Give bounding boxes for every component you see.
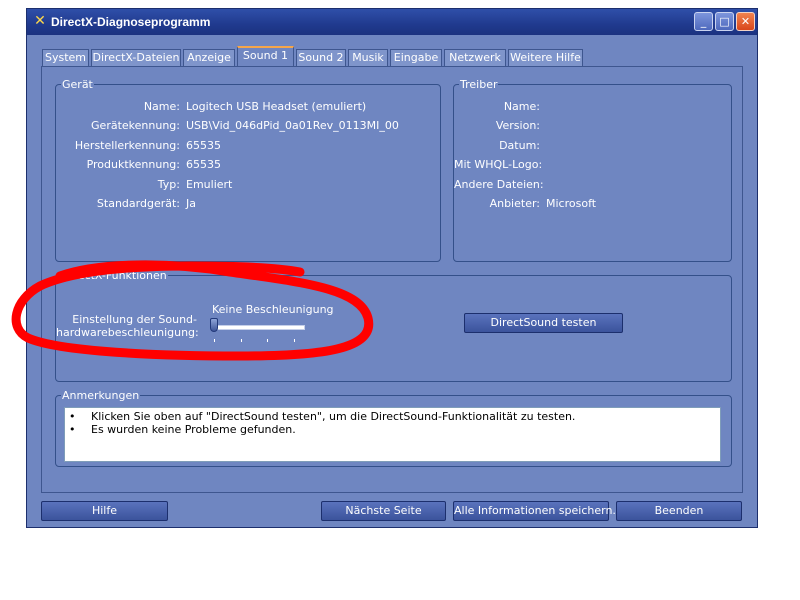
accel-slider-thumb[interactable] [210,318,218,332]
tab-anzeige[interactable]: Anzeige [183,49,235,66]
tab-eingabe[interactable]: Eingabe [390,49,442,66]
device-name-value: Logitech USB Headset (emuliert) [186,100,367,113]
tab-weitere-hilfe[interactable]: Weitere Hilfe [508,49,583,66]
product-id-value: 65535 [186,158,221,171]
notes-group: Anmerkungen • Klicken Sie oben auf "Dire… [55,389,732,467]
type-label: Typ: [157,178,180,191]
device-group: Gerät Name: Logitech USB Headset (emulie… [55,78,441,262]
vendor-id-value: 65535 [186,139,221,152]
device-id-value: USB\Vid_046dPid_0a01Rev_0113MI_00 [186,119,399,132]
directx-x-icon: ✕ [34,13,46,29]
notes-legend: Anmerkungen [62,389,140,402]
provider-label: Anbieter: [489,197,540,210]
title-bar[interactable]: ✕ DirectX-Diagnoseprogramm _ □ ✕ [27,9,757,35]
dxdiag-window: ✕ DirectX-Diagnoseprogramm _ □ ✕ System … [26,8,758,528]
help-button[interactable]: Hilfe [41,501,168,521]
exit-button[interactable]: Beenden [616,501,742,521]
tab-panel: Gerät Name: Logitech USB Headset (emulie… [41,66,743,493]
device-legend: Gerät [62,78,93,91]
provider-value: Microsoft [546,197,597,210]
device-id-label: Gerätekennung: [91,119,180,132]
accel-label-line1: Einstellung der Sound- [72,313,197,326]
tab-sound-2[interactable]: Sound 2 [296,49,346,66]
close-button[interactable]: ✕ [736,12,755,31]
accel-slider-track[interactable] [215,325,305,330]
other-files-label: Andere Dateien: [454,178,544,191]
driver-date-label: Datum: [499,139,540,152]
tab-sound-1[interactable]: Sound 1 [237,46,294,67]
tab-musik[interactable]: Musik [348,49,388,66]
product-id-label: Produktkennung: [86,158,180,171]
vendor-id-label: Herstellerkennung: [74,139,180,152]
slider-tick [267,339,268,342]
directx-features-group: DirectX-Funktionen Einstellung der Sound… [55,269,732,382]
tab-system[interactable]: System [42,49,89,66]
device-name-label: Name: [143,100,180,113]
directsound-test-button[interactable]: DirectSound testen [464,313,623,333]
save-all-button[interactable]: Alle Informationen speichern... [453,501,623,521]
directx-legend: DirectX-Funktionen [62,269,167,282]
default-device-value: Ja [186,197,196,210]
slider-tick [294,339,295,342]
driver-legend: Treiber [460,78,498,91]
note-text: Klicken Sie oben auf "DirectSound testen… [91,410,576,423]
whql-label: Mit WHQL-Logo: [454,158,543,171]
maximize-button[interactable]: □ [715,12,734,31]
driver-group: Treiber Name: Version: Datum: Mit WHQL-L… [453,78,732,262]
window-body: System DirectX-Dateien Anzeige Sound 1 S… [27,35,757,527]
minimize-button[interactable]: _ [694,12,713,31]
slider-value-text: Keine Beschleunigung [212,303,334,316]
tab-directx-dateien[interactable]: DirectX-Dateien [91,49,181,66]
accel-label-line2: hardwarebeschleunigung: [56,326,199,339]
default-device-label: Standardgerät: [96,197,180,210]
type-value: Emuliert [186,178,233,191]
next-page-button[interactable]: Nächste Seite [321,501,446,521]
notes-textbox[interactable]: • Klicken Sie oben auf "DirectSound test… [64,407,721,462]
driver-name-label: Name: [503,100,540,113]
window-title: DirectX-Diagnoseprogramm [51,15,211,29]
tab-netzwerk[interactable]: Netzwerk [444,49,506,66]
note-bullet: • [69,410,76,423]
slider-tick [214,339,215,342]
driver-version-label: Version: [495,119,540,132]
slider-tick [241,339,242,342]
note-bullet: • [69,423,76,436]
note-text: Es wurden keine Probleme gefunden. [91,423,296,436]
